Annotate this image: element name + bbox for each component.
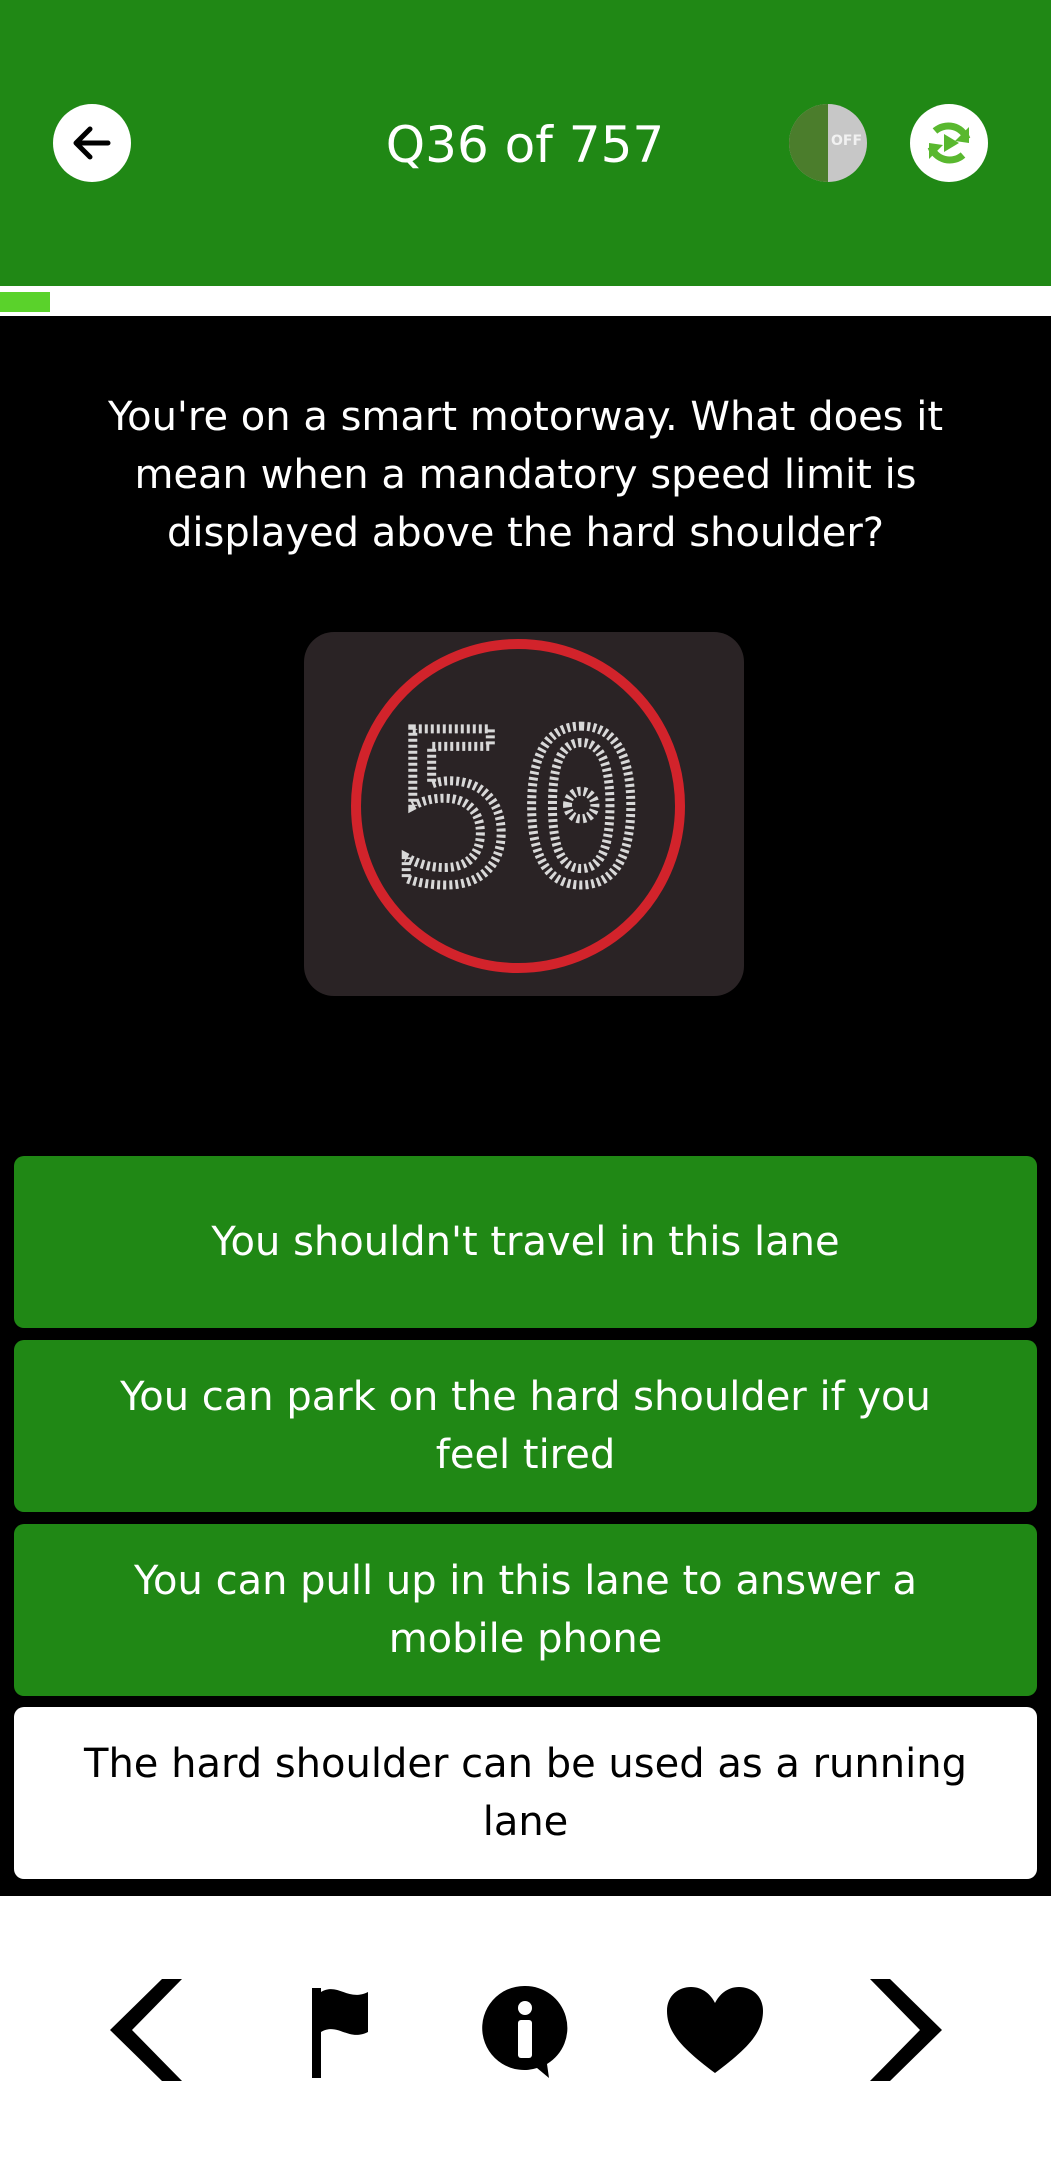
progress-track xyxy=(0,286,1051,316)
arrow-left-icon xyxy=(73,126,111,160)
next-button[interactable] xyxy=(852,1970,972,2090)
header-bar: Q36 of 757 OFF xyxy=(0,0,1051,286)
answer-option-3[interactable]: You can pull up in this lane to answer a… xyxy=(14,1524,1037,1696)
flag-button[interactable] xyxy=(278,1970,398,2090)
progress-fill xyxy=(0,292,51,312)
voice-toggle-label: OFF xyxy=(831,133,863,149)
chevron-right-icon xyxy=(870,1979,942,2081)
answer-option-1[interactable]: You shouldn't travel in this lane xyxy=(14,1156,1037,1328)
previous-button[interactable] xyxy=(80,1970,200,2090)
sign-speed-value: 50 xyxy=(392,687,645,932)
back-button[interactable] xyxy=(53,104,131,182)
info-icon xyxy=(482,1985,568,2078)
voice-head-icon xyxy=(789,104,828,182)
question-text: You're on a smart motorway. What does it… xyxy=(107,394,944,556)
bottom-nav xyxy=(0,1896,1051,2160)
speed-limit-sign-image: 50 xyxy=(304,632,744,996)
heart-icon xyxy=(667,1987,763,2073)
answer-option-4[interactable]: The hard shoulder can be used as a runni… xyxy=(14,1707,1037,1879)
answer-option-2[interactable]: You can park on the hard shoulder if you… xyxy=(14,1340,1037,1512)
flag-icon xyxy=(312,1988,368,2078)
favorite-button[interactable] xyxy=(655,1970,775,2090)
page-title: Q36 of 757 xyxy=(385,116,665,174)
info-button[interactable] xyxy=(465,1970,585,2090)
refresh-icon xyxy=(927,122,971,164)
chevron-left-icon xyxy=(110,1979,182,2081)
refresh-button[interactable] xyxy=(910,104,988,182)
voice-toggle-button[interactable]: OFF xyxy=(789,104,867,182)
